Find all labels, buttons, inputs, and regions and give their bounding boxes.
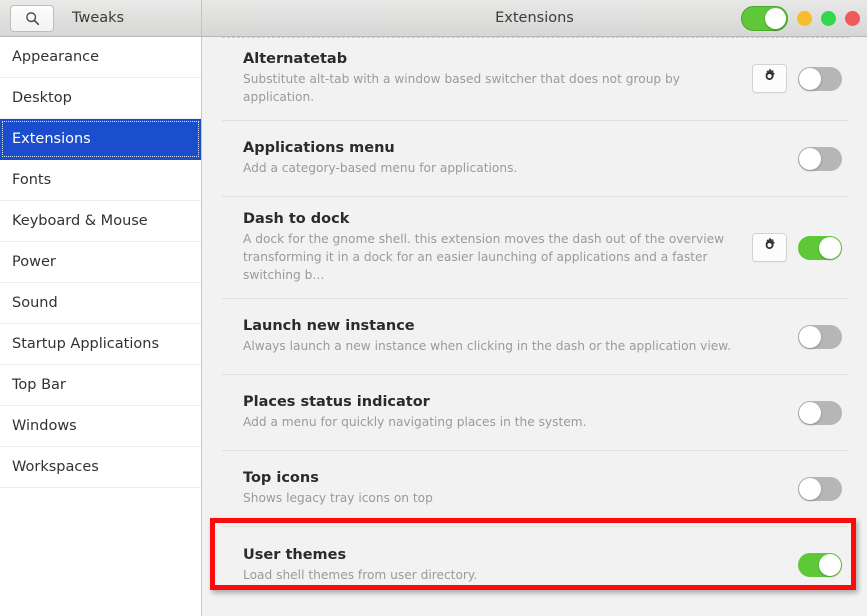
extension-name: Applications menu: [243, 140, 395, 157]
extension-toggle-alternatetab[interactable]: [798, 66, 842, 91]
content-area: Alternatetab Substitute alt-tab with a wi…: [202, 37, 867, 616]
sidebar-item-label: Windows: [12, 418, 77, 434]
extension-name: Top icons: [243, 470, 319, 487]
extension-controls: [752, 398, 847, 427]
extension-row-alternatetab: Alternatetab Substitute alt-tab with a wi…: [222, 37, 849, 122]
extension-controls: [752, 474, 847, 503]
toggle-knob: [799, 477, 821, 500]
sidebar-item-startup-applications[interactable]: Startup Applications: [0, 324, 201, 365]
extension-description: Shows legacy tray icons on top: [243, 491, 433, 506]
window-minimize-button[interactable]: [797, 10, 812, 26]
settings-button-placeholder: [752, 144, 787, 173]
extension-name: Dash to dock: [243, 211, 350, 228]
sidebar-item-label: Desktop: [12, 90, 72, 106]
extension-text: Places status indicator Add a menu for qu…: [224, 380, 752, 445]
settings-button-placeholder: [752, 551, 787, 580]
settings-button-placeholder: [752, 398, 787, 427]
extension-description: Add a category-based menu for applicatio…: [243, 161, 518, 176]
extension-name: User themes: [243, 546, 347, 563]
extension-text: Top icons Shows legacy tray icons on top: [224, 456, 752, 521]
search-button[interactable]: [10, 4, 54, 32]
sidebar-item-label: Startup Applications: [12, 336, 159, 352]
toggle-knob: [799, 325, 821, 348]
extension-text: Dash to dock A dock for the gnome shell. …: [224, 197, 752, 298]
sidebar-item-workspaces[interactable]: Workspaces: [0, 447, 201, 488]
settings-button-placeholder: [752, 474, 787, 503]
toggle-knob: [819, 236, 841, 259]
extension-controls: [752, 144, 847, 173]
sidebar-item-label: Power: [12, 254, 56, 270]
extension-description: Load shell themes from user directory.: [243, 567, 478, 582]
extension-settings-button[interactable]: [752, 233, 787, 263]
extension-description: Always launch a new instance when clicki…: [243, 339, 731, 354]
sidebar-item-fonts[interactable]: Fonts: [0, 160, 201, 201]
sidebar-item-label: Workspaces: [12, 459, 99, 475]
sidebar-item-label: Keyboard & Mouse: [12, 213, 148, 229]
switch-knob: [765, 7, 786, 29]
sidebar-item-power[interactable]: Power: [0, 242, 201, 283]
window-maximize-button[interactable]: [821, 10, 836, 26]
toggle-knob: [799, 401, 821, 424]
extension-text: User themes Load shell themes from user d…: [224, 533, 752, 598]
extension-name: Alternatetab: [243, 51, 348, 67]
sidebar-item-desktop[interactable]: Desktop: [0, 78, 201, 119]
extension-toggle-applications-menu[interactable]: [798, 146, 842, 171]
app-title: Tweaks: [72, 10, 125, 26]
sidebar-item-sound[interactable]: Sound: [0, 283, 201, 324]
sidebar-item-label: Fonts: [12, 172, 52, 188]
toggle-knob: [819, 554, 841, 577]
extension-description: Add a menu for quickly navigating places…: [243, 415, 587, 430]
extension-toggle-dash-to-dock[interactable]: [798, 235, 842, 260]
extension-row-launch-new-instance: Launch new instance Always launch a new i…: [222, 299, 849, 376]
extension-text: Launch new instance Always launch a new i…: [224, 304, 752, 369]
toggle-knob: [799, 147, 821, 170]
gear-icon: [761, 237, 778, 258]
extension-text: Alternatetab Substitute alt-tab with a wi…: [224, 37, 752, 120]
settings-button-placeholder: [752, 322, 787, 351]
extension-toggle-launch-new-instance[interactable]: [798, 324, 842, 349]
extension-row-dash-to-dock: Dash to dock A dock for the gnome shell. …: [222, 197, 849, 300]
extension-row-places-status-indicator: Places status indicator Add a menu for qu…: [222, 375, 849, 452]
sidebar-item-appearance[interactable]: Appearance: [0, 37, 201, 78]
sidebar-item-label: Appearance: [12, 49, 100, 65]
extension-toggle-user-themes[interactable]: [798, 553, 842, 578]
extension-row-top-icons: Top icons Shows legacy tray icons on top: [222, 451, 849, 528]
header-left-section: Tweaks: [0, 0, 202, 36]
header-right-section: Extensions: [202, 0, 867, 36]
extension-controls: [752, 551, 847, 580]
extensions-master-switch[interactable]: [741, 5, 788, 31]
tweaks-window: Tweaks Extensions Appearance Desktop Exten…: [0, 0, 867, 616]
extension-controls: [752, 64, 847, 94]
extension-row-applications-menu: Applications menu Add a category-based me…: [222, 121, 849, 198]
search-icon: [25, 11, 40, 26]
header-controls: [741, 5, 860, 31]
extension-description: A dock for the gnome shell. this extensi…: [243, 232, 725, 283]
toggle-knob: [799, 67, 821, 90]
sidebar-item-extensions[interactable]: Extensions: [0, 119, 201, 160]
sidebar-item-label: Top Bar: [12, 377, 66, 393]
extension-name: Places status indicator: [243, 394, 430, 411]
sidebar-item-keyboard-mouse[interactable]: Keyboard & Mouse: [0, 201, 201, 242]
sidebar-item-top-bar[interactable]: Top Bar: [0, 365, 201, 406]
sidebar-item-label: Extensions: [12, 131, 91, 147]
extension-description: Substitute alt-tab with a window based s…: [243, 72, 680, 105]
header-bar: Tweaks Extensions: [0, 0, 867, 37]
extension-name: Launch new instance: [243, 318, 415, 335]
sidebar-item-windows[interactable]: Windows: [0, 406, 201, 447]
window-body: Appearance Desktop Extensions Fonts Keyboard…: [0, 37, 867, 616]
gear-icon: [761, 68, 778, 89]
extension-toggle-top-icons[interactable]: [798, 476, 842, 501]
window-close-button[interactable]: [845, 10, 860, 26]
sidebar-item-label: Sound: [12, 295, 58, 311]
extensions-list: Alternatetab Substitute alt-tab with a wi…: [202, 37, 867, 603]
extension-settings-button[interactable]: [752, 64, 787, 94]
sidebar: Appearance Desktop Extensions Fonts Keyboard…: [0, 37, 202, 616]
extension-toggle-places-status-indicator[interactable]: [798, 400, 842, 425]
extension-controls: [752, 233, 847, 263]
extension-text: Applications menu Add a category-based me…: [224, 126, 752, 191]
extension-controls: [752, 322, 847, 351]
extension-row-user-themes: User themes Load shell themes from user d…: [222, 527, 849, 603]
